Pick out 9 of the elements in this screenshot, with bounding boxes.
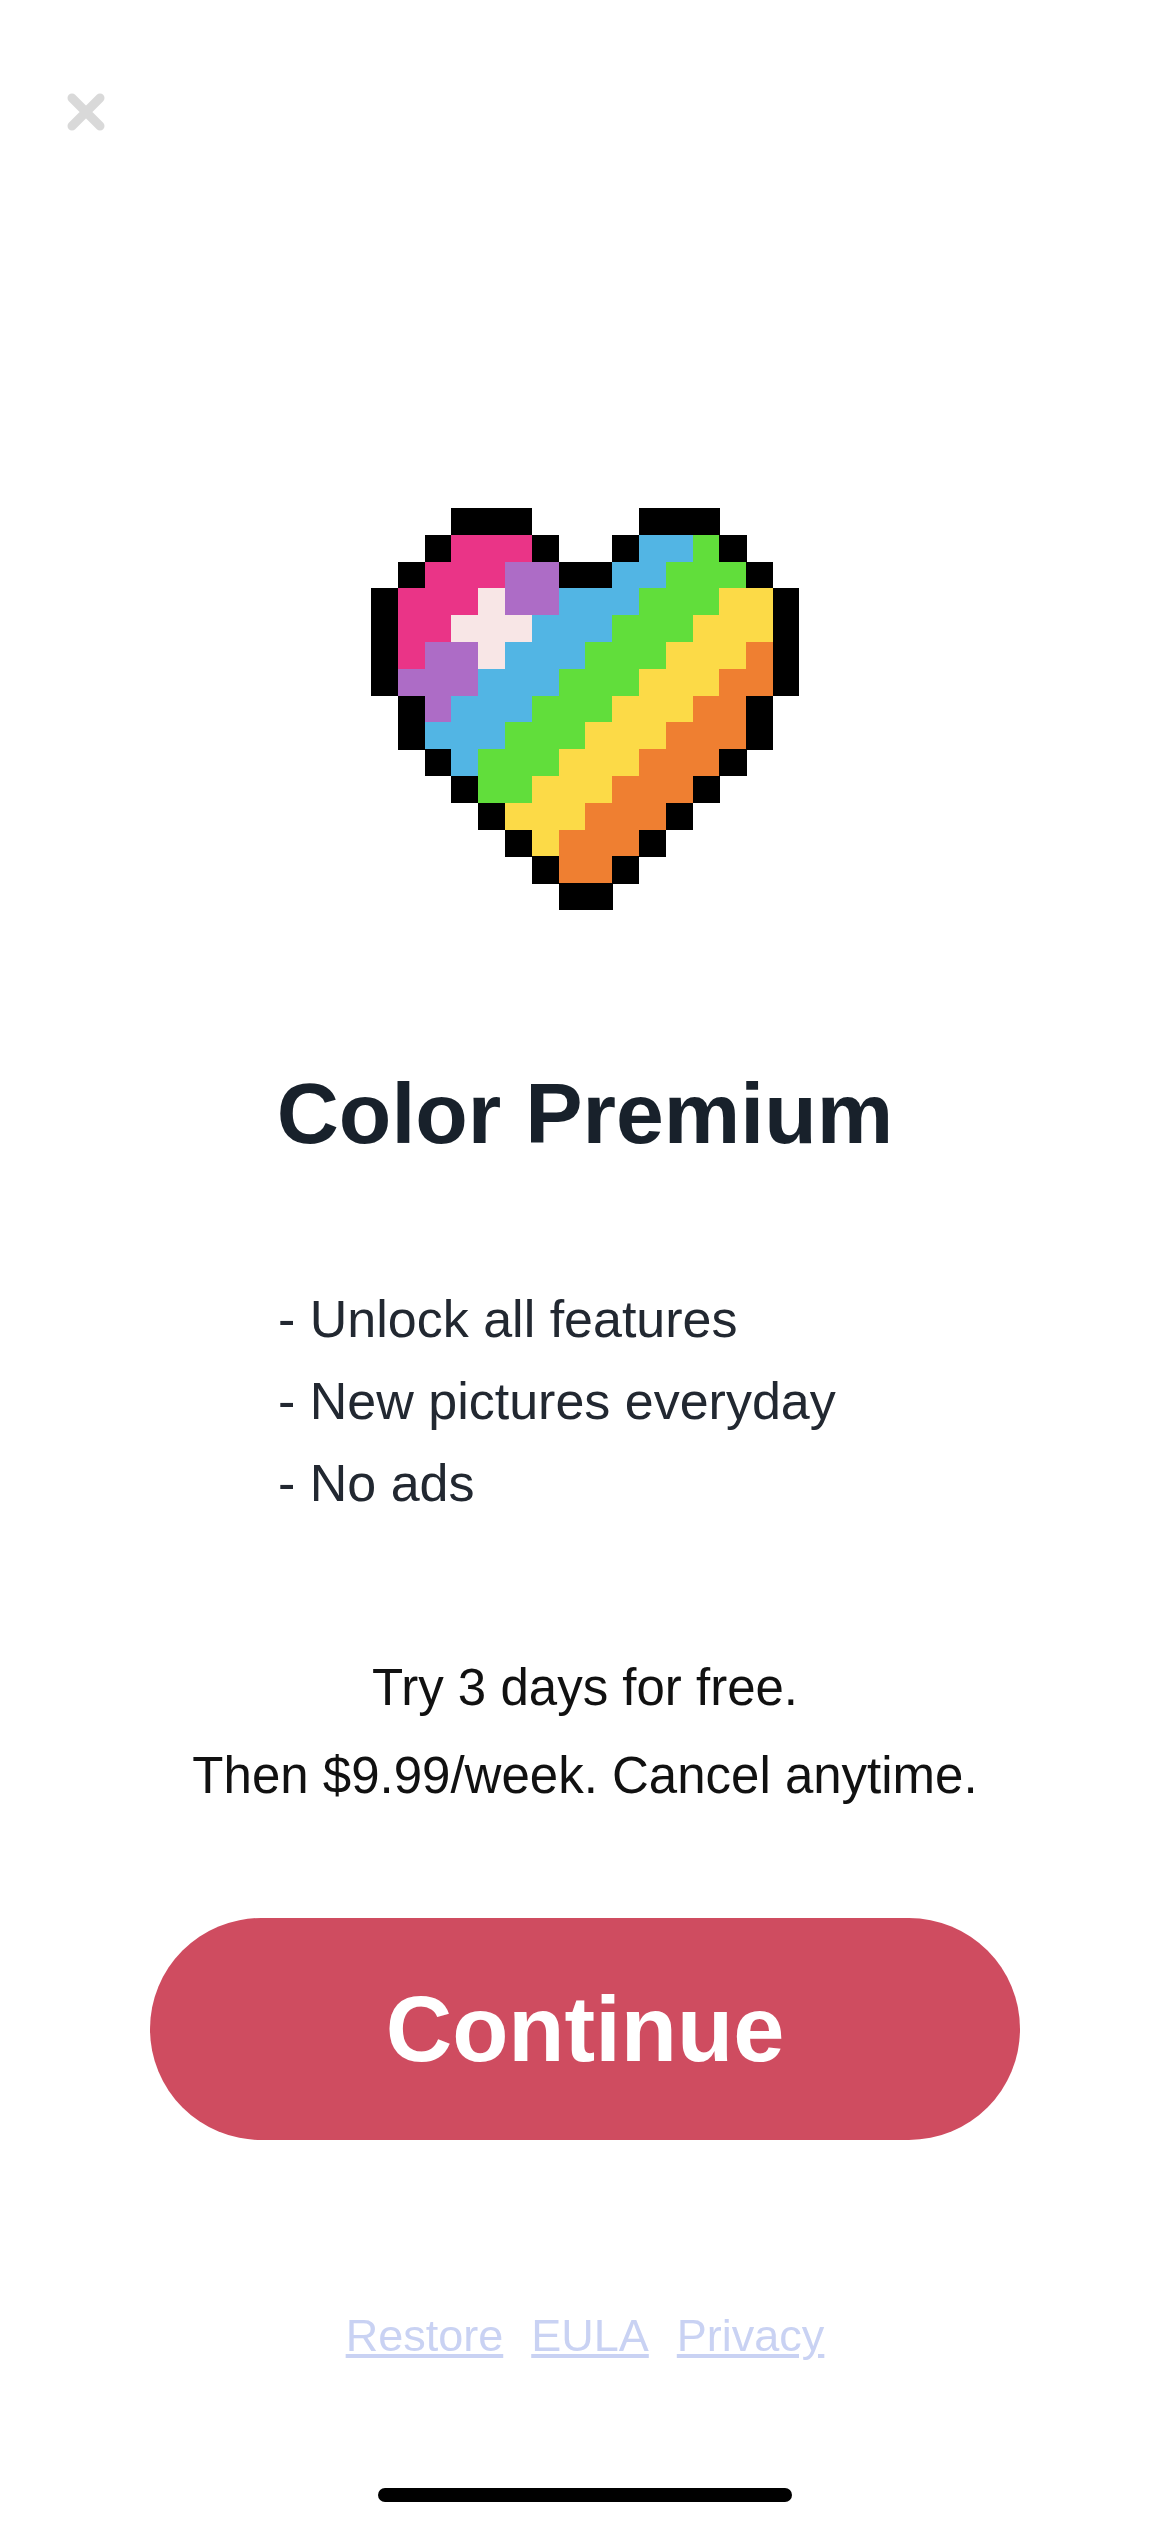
offer-text: Then $9.99/week. Cancel anytime. bbox=[192, 1746, 978, 1806]
title: Color Premium bbox=[276, 1070, 894, 1156]
feature-item: - No ads bbox=[278, 1453, 476, 1514]
close-button[interactable] bbox=[66, 92, 106, 132]
close-icon bbox=[66, 92, 106, 132]
feature-item: - New pictures everyday bbox=[278, 1371, 836, 1432]
feature-item: - Unlock all features bbox=[278, 1289, 739, 1350]
continue-button[interactable]: Continue bbox=[150, 1918, 1020, 2140]
offer-text: Try 3 days for free. bbox=[371, 1658, 799, 1718]
